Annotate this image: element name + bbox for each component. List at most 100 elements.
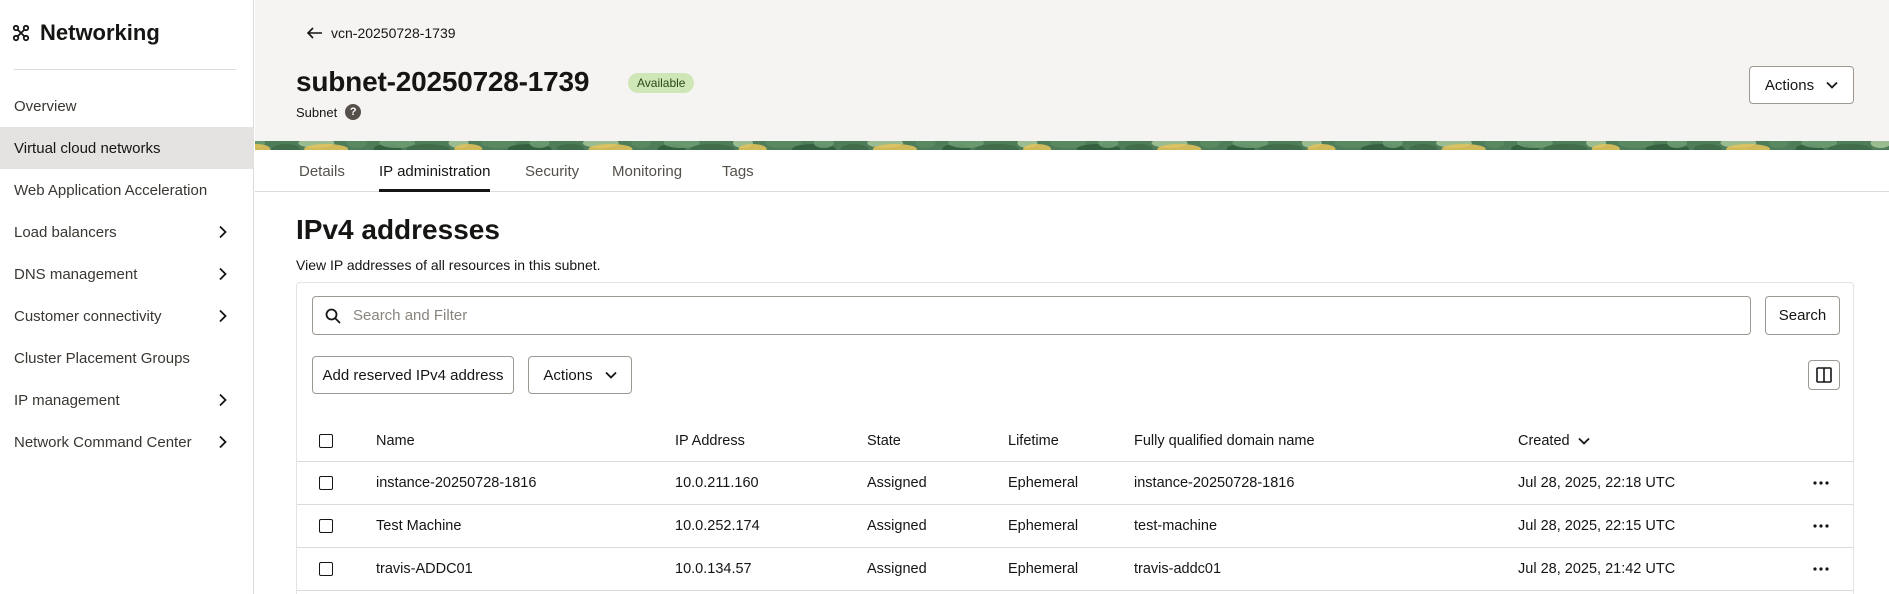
resource-type-label: Subnet: [296, 104, 338, 120]
checkbox-cell: [319, 420, 333, 461]
sidebar: Networking Overview Virtual cloud network…: [0, 0, 254, 594]
row-checkbox[interactable]: [319, 562, 333, 576]
row-checkbox[interactable]: [319, 476, 333, 490]
chevron-right-icon: [219, 225, 227, 239]
row-checkbox[interactable]: [319, 519, 333, 533]
column-header-fully-qualified-domain-name: Fully qualified domain name: [1134, 420, 1315, 461]
row-actions-cell: [1809, 462, 1833, 504]
row-actions-cell: [1809, 548, 1833, 590]
tab-ip-administration[interactable]: IP administration: [379, 150, 491, 192]
tab-details[interactable]: Details: [299, 150, 345, 192]
column-header-state: State: [867, 420, 901, 461]
cell-created: Jul 28, 2025, 22:15 UTC: [1518, 518, 1676, 534]
decorative-banner: [255, 141, 1889, 150]
select-all-checkbox[interactable]: [319, 433, 333, 448]
section-description: View IP addresses of all resources in th…: [296, 257, 601, 273]
cell-lifetime: Ephemeral: [1008, 475, 1079, 491]
tab-monitoring[interactable]: Monitoring: [612, 150, 682, 192]
chevron-down-icon: [1826, 81, 1838, 89]
arrow-left-icon: [307, 27, 322, 39]
sidebar-item-virtual-cloud-networks[interactable]: Virtual cloud networks: [0, 127, 254, 169]
column-header-label: Name: [376, 432, 415, 449]
chevron-right-icon: [219, 267, 227, 281]
cell-fully-qualified-domain-name: travis-addc01: [1134, 561, 1222, 577]
column-header-label: State: [867, 432, 901, 449]
checkbox-cell: [319, 505, 333, 547]
tab-bar: Details IP administration Security Monitori…: [255, 150, 1889, 192]
column-header-label: Fully qualified domain name: [1134, 432, 1315, 449]
tab-security[interactable]: Security: [525, 150, 579, 192]
cell-created: Jul 28, 2025, 22:18 UTC: [1518, 475, 1676, 491]
header-actions-label: Actions: [1764, 76, 1815, 94]
sidebar-item-label: Cluster Placement Groups: [14, 349, 190, 367]
sidebar-item-customer-connectivity[interactable]: Customer connectivity: [0, 295, 254, 337]
cell-fully-qualified-domain-name: test-machine: [1134, 518, 1218, 534]
page-subtitle: Subnet ?: [296, 104, 362, 120]
cell-created: Jul 28, 2025, 21:42 UTC: [1518, 561, 1676, 577]
columns-icon: [1816, 367, 1832, 383]
cell-state: Assigned: [867, 475, 927, 491]
sidebar-item-ip-management[interactable]: IP management: [0, 379, 254, 421]
column-header-label: Lifetime: [1008, 432, 1059, 449]
status-badge: Available: [628, 73, 695, 93]
add-reserved-ipv4-button[interactable]: Add reserved IPv4 address: [312, 356, 514, 394]
section-title: IPv4 addresses: [296, 214, 500, 245]
table-row[interactable]: travis-ADDC01 10.0.134.57 Assigned Ephemera…: [297, 548, 1853, 591]
search-field[interactable]: [312, 296, 1751, 335]
more-actions-icon[interactable]: [1809, 557, 1833, 581]
cell-name: Test Machine: [376, 518, 462, 534]
column-header-ip-address: IP Address: [675, 420, 745, 461]
brand: Networking: [12, 20, 160, 46]
column-header-created[interactable]: Created: [1518, 420, 1590, 461]
sidebar-item-label: IP management: [14, 391, 120, 409]
help-icon[interactable]: ?: [345, 104, 362, 120]
cell-state: Assigned: [867, 518, 927, 534]
chevron-right-icon: [219, 393, 227, 407]
column-settings-button[interactable]: [1808, 360, 1840, 390]
sidebar-item-label: Overview: [14, 97, 77, 115]
sidebar-item-label: Virtual cloud networks: [14, 139, 161, 157]
row-actions-cell: [1809, 505, 1833, 547]
chevron-right-icon: [219, 435, 227, 449]
sort-descending-icon[interactable]: [1577, 437, 1590, 445]
search-input[interactable]: [353, 307, 1733, 324]
more-actions-icon[interactable]: [1809, 514, 1833, 538]
actions-dropdown-button[interactable]: Actions: [528, 356, 632, 394]
cell-ip-address: 10.0.252.174: [675, 518, 760, 534]
more-actions-icon[interactable]: [1809, 471, 1833, 495]
sidebar-item-label: Network Command Center: [14, 433, 192, 451]
sidebar-item-dns-management[interactable]: DNS management: [0, 253, 254, 295]
page-title: subnet-20250728-1739: [296, 66, 590, 97]
back-link-label: vcn-20250728-1739: [331, 25, 456, 41]
column-header-lifetime: Lifetime: [1008, 420, 1059, 461]
sidebar-item-label: DNS management: [14, 265, 138, 283]
cell-ip-address: 10.0.211.160: [675, 475, 759, 491]
sidebar-item-label: Customer connectivity: [14, 307, 162, 325]
networking-icon: [12, 24, 30, 42]
table-row[interactable]: instance-20250728-1816 10.0.211.160 Assign…: [297, 462, 1853, 505]
sidebar-item-label: Web Application Acceleration: [14, 181, 208, 199]
sidebar-title: Networking: [40, 20, 160, 45]
cell-fully-qualified-domain-name: instance-20250728-1816: [1134, 475, 1295, 491]
sidebar-item-cluster-placement-groups[interactable]: Cluster Placement Groups: [0, 337, 254, 379]
cell-lifetime: Ephemeral: [1008, 561, 1079, 577]
sidebar-item-overview[interactable]: Overview: [0, 85, 254, 127]
cell-name: instance-20250728-1816: [376, 475, 537, 491]
tab-tags[interactable]: Tags: [722, 150, 754, 192]
checkbox-cell: [319, 462, 333, 504]
cell-name: travis-ADDC01: [376, 561, 473, 577]
back-link[interactable]: vcn-20250728-1739: [307, 25, 456, 41]
sidebar-nav: Overview Virtual cloud networks Web Applic…: [0, 85, 254, 463]
sidebar-item-web-application-acceleration[interactable]: Web Application Acceleration: [0, 169, 254, 211]
cell-ip-address: 10.0.134.57: [675, 561, 752, 577]
column-header-name: Name: [376, 420, 415, 461]
sidebar-item-network-command-center[interactable]: Network Command Center: [0, 421, 254, 463]
actions-dropdown-label: Actions: [543, 366, 593, 384]
search-button[interactable]: Search: [1765, 296, 1840, 335]
sidebar-divider: [14, 69, 236, 70]
header-actions-button[interactable]: Actions: [1749, 66, 1854, 104]
table-header: Name IP Address State Lifetime Fully qualifi…: [297, 420, 1853, 462]
column-header-label: IP Address: [675, 432, 745, 449]
sidebar-item-load-balancers[interactable]: Load balancers: [0, 211, 254, 253]
table-row[interactable]: Test Machine 10.0.252.174 Assigned Ephemera…: [297, 505, 1853, 548]
